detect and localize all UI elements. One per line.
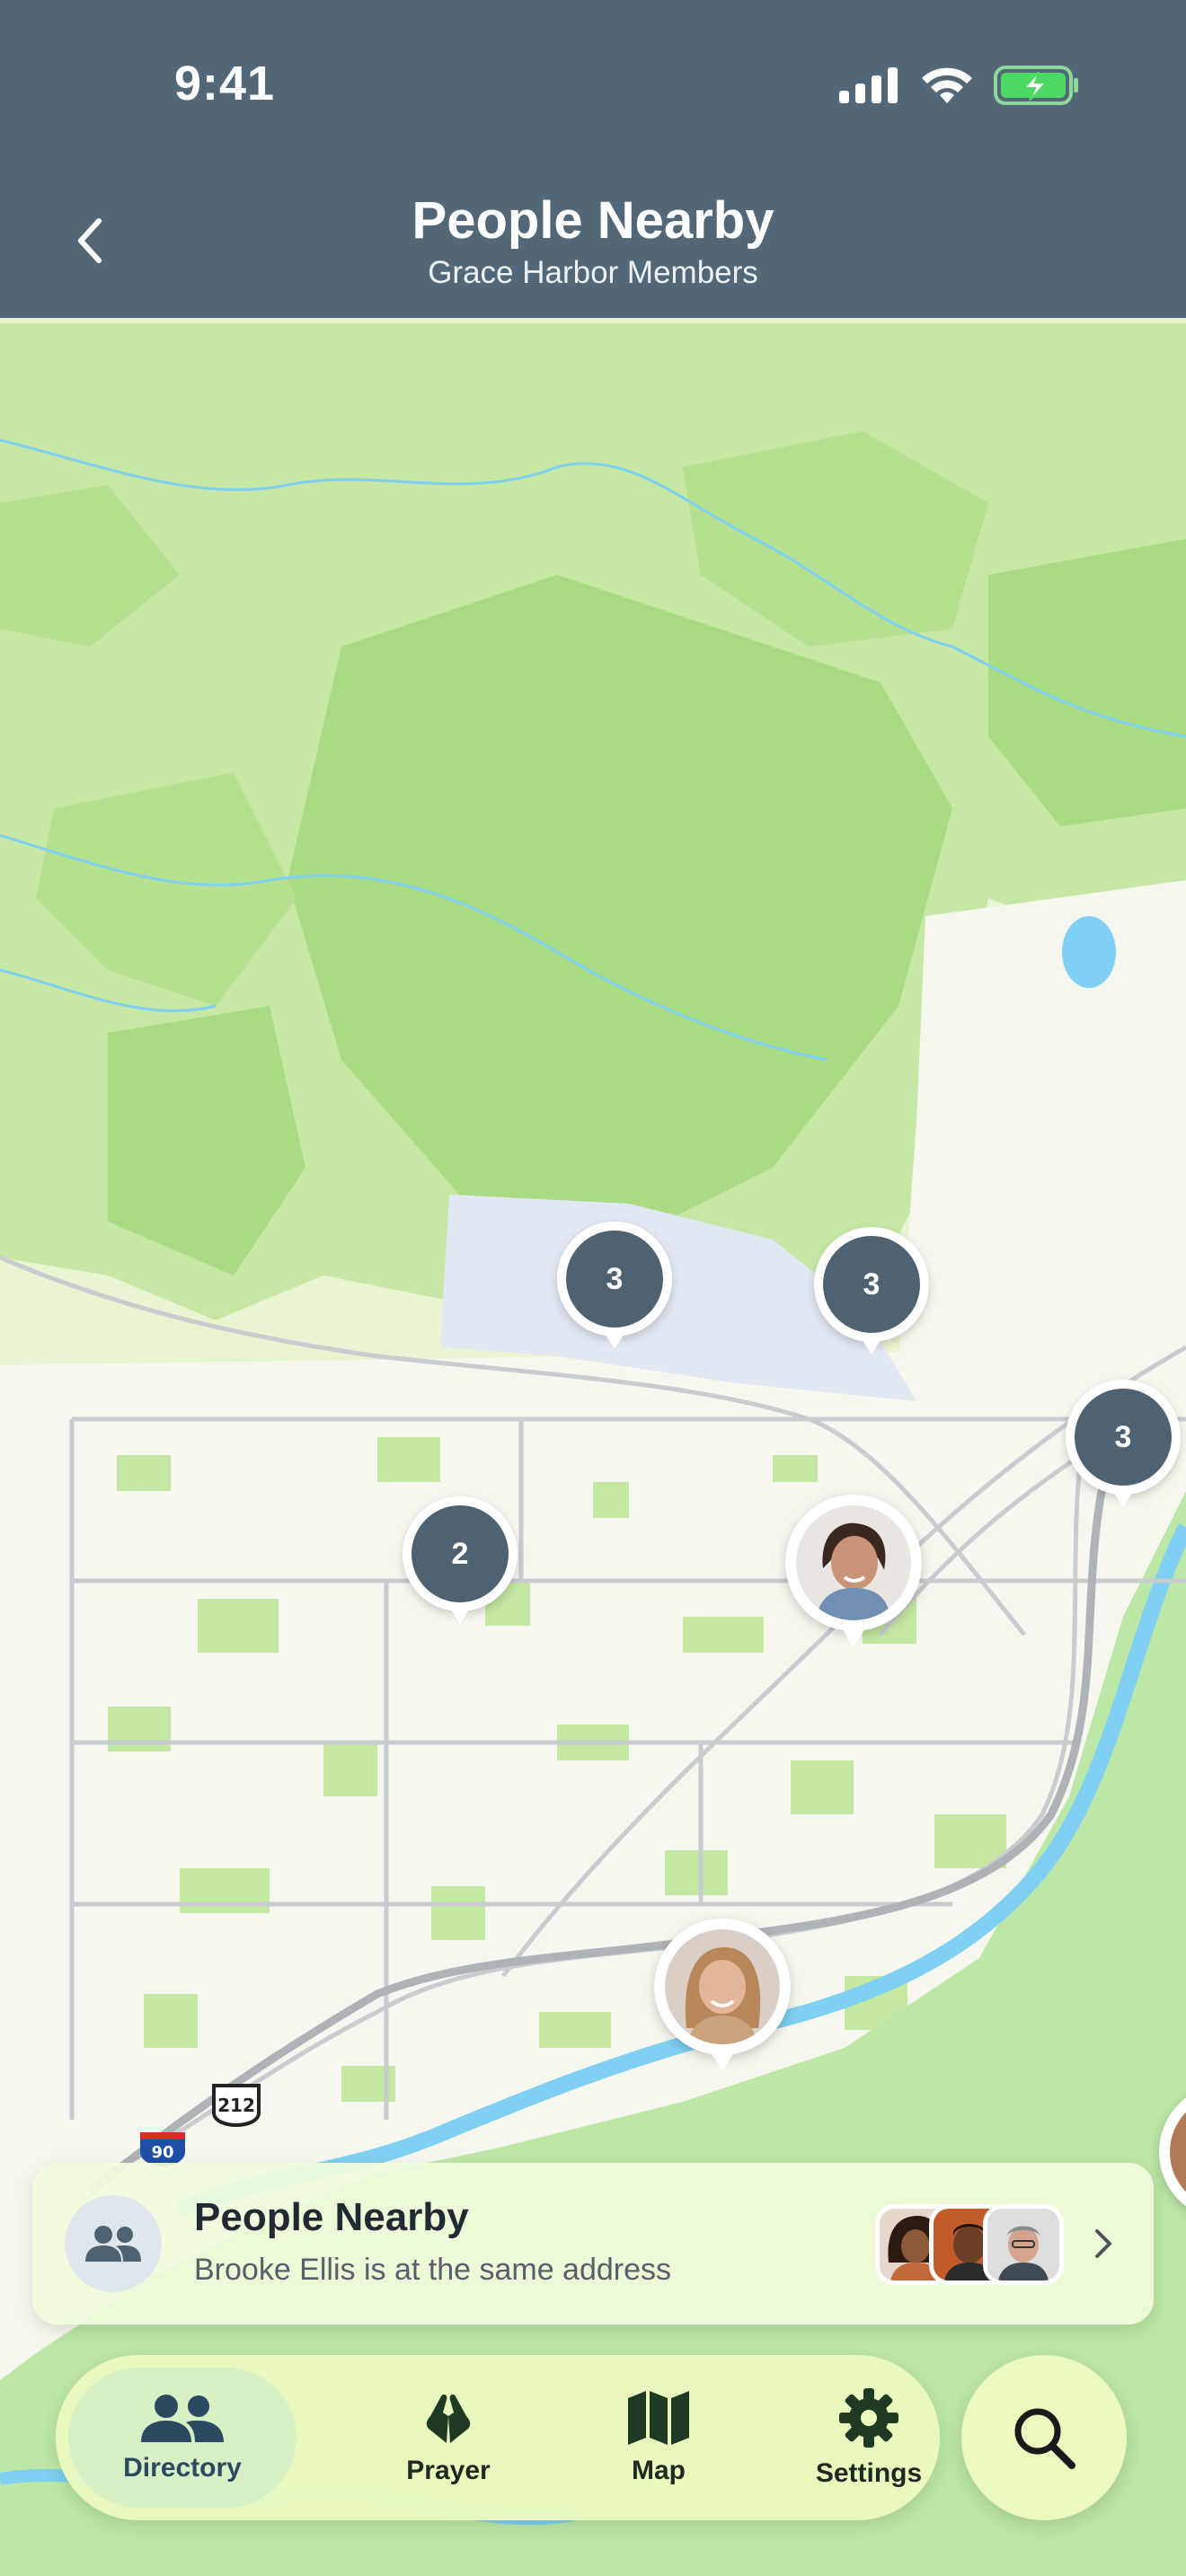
member-avatar-pin[interactable]: [785, 1495, 922, 1653]
interstate-shield: 90: [137, 2130, 189, 2166]
tab-prayer[interactable]: Prayer: [345, 2355, 552, 2520]
tab-directory[interactable]: Directory: [68, 2368, 296, 2508]
map-icon: [628, 2391, 689, 2445]
tab-label: Settings: [815, 2458, 923, 2488]
cluster-count: 3: [1075, 1389, 1172, 1486]
status-icons: [839, 65, 1080, 106]
praying-hands-icon: [426, 2394, 471, 2443]
tab-map[interactable]: Map: [555, 2355, 762, 2520]
people-icon: [141, 2395, 224, 2442]
tab-label: Directory: [123, 2453, 242, 2483]
battery-charging-icon: [994, 66, 1078, 105]
page-subtitle: Grace Harbor Members: [428, 255, 758, 290]
people-nearby-card[interactable]: People Nearby Brooke Ellis is at the sam…: [32, 2163, 1154, 2325]
card-subtitle: Brooke Ellis is at the same address: [194, 2253, 672, 2287]
page-title: People Nearby: [412, 191, 774, 250]
member-cluster-pin[interactable]: 3: [1066, 1380, 1181, 1514]
us-route-number: 212: [217, 2095, 255, 2116]
search-button[interactable]: [961, 2355, 1127, 2520]
cluster-count: 2: [412, 1505, 509, 1602]
avatar: [665, 1929, 780, 2044]
tab-settings[interactable]: Settings: [766, 2355, 972, 2520]
member-cluster-pin[interactable]: 2: [403, 1496, 518, 1631]
cluster-count: 3: [566, 1231, 663, 1328]
member-cluster-pin[interactable]: 3: [814, 1227, 929, 1362]
search-icon: [1014, 2408, 1075, 2469]
avatar: [796, 1505, 911, 1620]
tab-label: Map: [632, 2456, 686, 2485]
header-bar: 9:41 People Nearby Grace Harbor Members: [0, 0, 1186, 318]
cluster-count: 3: [823, 1236, 920, 1333]
people-icon: [65, 2195, 162, 2292]
member-avatar-pin-partial[interactable]: [1159, 2084, 1186, 2242]
interstate-number: 90: [151, 2143, 173, 2162]
member-avatar-pin[interactable]: [654, 1919, 791, 2077]
status-time: 9:41: [174, 57, 276, 110]
member-cluster-pin[interactable]: 3: [557, 1222, 672, 1356]
cellular-signal-icon: [839, 67, 898, 103]
card-title: People Nearby: [194, 2195, 469, 2239]
wifi-icon: [922, 67, 972, 103]
avatar-stack: [875, 2204, 1091, 2285]
tab-bar: Directory Prayer Map Settings: [56, 2355, 940, 2520]
gear-icon: [839, 2388, 898, 2448]
chevron-right-icon: [1085, 2219, 1121, 2269]
avatar: [983, 2204, 1064, 2285]
us-route-shield: 212: [210, 2082, 262, 2128]
tab-label: Prayer: [406, 2456, 491, 2485]
